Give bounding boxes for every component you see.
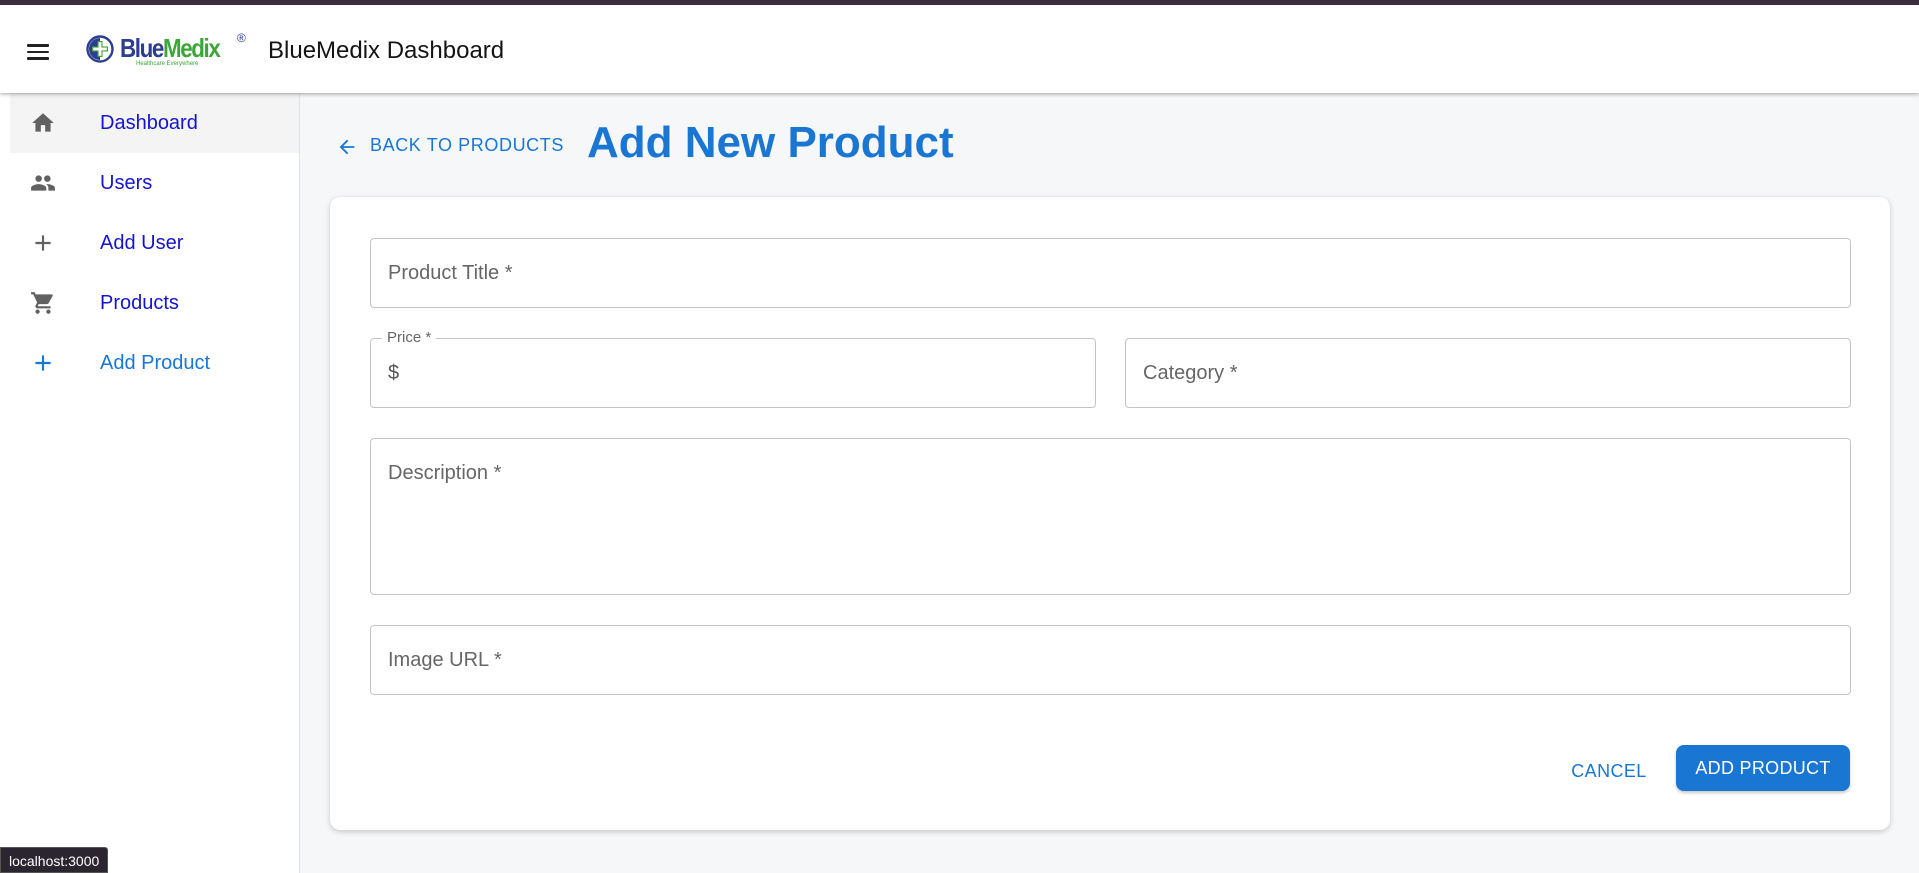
price-field[interactable]: Price * $ — [370, 330, 1096, 408]
plus-icon — [35, 235, 51, 251]
home-icon — [32, 113, 54, 132]
logo-registered-mark: ® — [237, 31, 246, 45]
description-placeholder: Description * — [388, 462, 502, 484]
sidebar: Dashboard Users Add User Products Add Pr… — [0, 93, 300, 873]
category-field[interactable]: Category * — [1125, 338, 1851, 408]
sidebar-item-label: Users — [100, 172, 153, 194]
hamburger-menu-icon[interactable] — [26, 41, 52, 63]
add-product-button[interactable]: ADD PRODUCT — [1676, 745, 1850, 791]
sidebar-item-users[interactable]: Users — [10, 153, 299, 213]
logo-tagline: Healthcare Everywhere — [136, 61, 199, 67]
sidebar-item-label: Add Product — [100, 352, 211, 374]
arrow-back-icon — [339, 139, 355, 155]
bluemedix-logo: BlueMedix ® Healthcare Everywhere — [86, 31, 248, 73]
add-product-form: Product Title * Price * $ Category * Des… — [330, 197, 1890, 830]
app-title: BlueMedix Dashboard — [268, 37, 505, 64]
product-title-placeholder: Product Title * — [388, 262, 513, 284]
back-to-products-label: BACK TO PRODUCTS — [370, 135, 564, 155]
sidebar-item-label: Products — [100, 292, 179, 314]
image-url-field[interactable]: Image URL * — [370, 625, 1851, 695]
plus-icon — [35, 355, 51, 371]
product-title-field[interactable]: Product Title * — [370, 238, 1851, 308]
status-bar-url: localhost:3000 — [0, 847, 109, 873]
category-placeholder: Category * — [1143, 362, 1238, 384]
description-field[interactable]: Description * — [370, 438, 1851, 595]
sidebar-item-label: Add User — [100, 232, 184, 254]
sidebar-item-products[interactable]: Products — [10, 273, 299, 333]
main-content: BACK TO PRODUCTS Add New Product Product… — [300, 93, 1919, 873]
sidebar-item-dashboard[interactable]: Dashboard — [10, 93, 299, 153]
price-label: Price * — [382, 330, 437, 346]
people-icon — [31, 175, 55, 191]
sidebar-item-add-user[interactable]: Add User — [10, 213, 299, 273]
page-title: Add New Product — [587, 118, 954, 167]
logo-mark-icon — [86, 35, 114, 63]
back-to-products-button[interactable]: BACK TO PRODUCTS — [336, 127, 564, 163]
sidebar-item-label: Dashboard — [100, 112, 198, 134]
cart-icon — [31, 292, 53, 314]
image-url-placeholder: Image URL * — [388, 649, 502, 671]
sidebar-item-add-product[interactable]: Add Product — [10, 333, 299, 393]
app-bar: BlueMedix ® Healthcare Everywhere BlueMe… — [0, 5, 1919, 93]
currency-adornment: $ — [388, 362, 400, 384]
logo-wordmark: BlueMedix — [120, 33, 221, 63]
cancel-button[interactable]: CANCEL — [1564, 749, 1654, 793]
